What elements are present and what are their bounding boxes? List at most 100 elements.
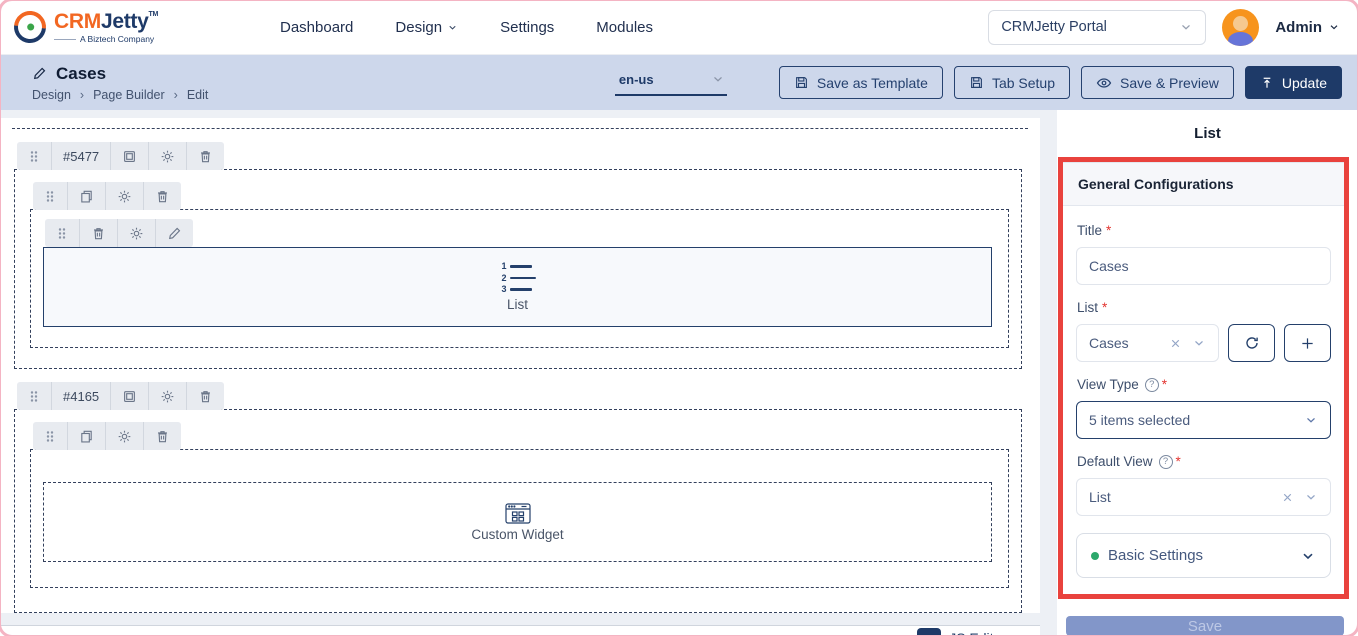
tab-setup-button[interactable]: Tab Setup (953, 66, 1071, 99)
crmjetty-logo[interactable]: CRMJettyTM A Biztech Company (7, 4, 254, 50)
widget-toolbar (45, 219, 193, 247)
language-value: en-us (618, 71, 654, 87)
delete-column-trash-icon[interactable] (143, 422, 181, 450)
brand-crm: CRM (54, 9, 101, 33)
basic-settings-accordion[interactable]: Basic Settings (1076, 533, 1331, 578)
column-toolbar (33, 182, 181, 210)
list-widget[interactable]: List (43, 247, 992, 327)
delete-column-trash-icon[interactable] (143, 182, 181, 210)
row-id-label: #4165 (51, 382, 110, 410)
numbered-list-icon (500, 262, 536, 294)
save-icon (971, 77, 982, 88)
drag-handle-icon[interactable] (45, 219, 79, 247)
page-header: Cases Design Page Builder Edit en-us Sav… (0, 55, 1358, 110)
row-toolbar: #5477 (17, 142, 225, 170)
view-type-field-label: View Type (1077, 377, 1330, 392)
help-icon[interactable] (1144, 377, 1159, 392)
top-navbar: CRMJettyTM A Biztech Company Dashboard D… (0, 0, 1358, 55)
delete-row-trash-icon[interactable] (186, 142, 224, 170)
save-button[interactable]: Save (1066, 616, 1344, 636)
brand-tagline: A Biztech Company (54, 35, 158, 44)
status-green-dot (1091, 551, 1099, 560)
nav-design[interactable]: Design (395, 19, 458, 36)
page-title: Cases (56, 63, 107, 83)
upload-icon (1263, 77, 1271, 88)
list-select-value: Cases (1089, 335, 1129, 351)
drag-handle-icon[interactable] (17, 142, 51, 170)
builder-canvas-column: #5477 1 2 3 List #4165 Custom Widget </> (0, 110, 1040, 636)
basic-settings-label: Basic Settings (1108, 547, 1204, 564)
row-settings-gear-icon[interactable] (148, 142, 186, 170)
help-icon[interactable] (1158, 454, 1173, 469)
language-select[interactable]: en-us (614, 70, 727, 96)
breadcrumb-edit: Edit (165, 88, 209, 102)
breadcrumb-page-builder[interactable]: Page Builder (71, 88, 165, 102)
crmjetty-logo-text: CRMJettyTM A Biztech Company (54, 11, 158, 44)
column-block[interactable]: Custom Widget (30, 422, 1009, 588)
clear-x-icon[interactable] (1169, 337, 1182, 350)
section-general-configurations: General Configurations (1063, 162, 1344, 206)
save-as-template-button[interactable]: Save as Template (778, 66, 943, 99)
chevron-down-icon (1307, 417, 1315, 423)
drag-handle-icon[interactable] (33, 422, 67, 450)
drag-handle-icon[interactable] (17, 382, 51, 410)
custom-widget-icon (504, 502, 531, 524)
row-toolbar: #4165 (17, 382, 225, 410)
view-type-select[interactable]: 5 items selected (1076, 401, 1331, 439)
eye-icon (1096, 77, 1112, 88)
nav-settings[interactable]: Settings (500, 19, 554, 36)
title-block: Cases Design Page Builder Edit (32, 64, 208, 102)
code-icon (917, 628, 942, 636)
widget-wrap: List (43, 219, 992, 327)
avatar[interactable] (1222, 8, 1260, 46)
save-and-preview-button[interactable]: Save & Preview (1081, 66, 1234, 99)
list-field-row: Cases (1076, 324, 1331, 362)
row-id-label: #5477 (51, 142, 110, 170)
edit-widget-pencil-icon[interactable] (155, 219, 193, 247)
update-button[interactable]: Update (1244, 66, 1342, 99)
add-list-button[interactable] (1284, 324, 1331, 362)
row-settings-gear-icon[interactable] (148, 382, 186, 410)
row-block-4165[interactable]: #4165 Custom Widget (14, 382, 1022, 613)
custom-widget[interactable]: Custom Widget (43, 482, 992, 562)
save-icon (795, 77, 807, 88)
default-view-select-value: List (1089, 489, 1111, 505)
delete-row-trash-icon[interactable] (186, 382, 224, 410)
drag-handle-icon[interactable] (33, 182, 67, 210)
widget-label: List (506, 297, 528, 312)
clear-x-icon[interactable] (1281, 491, 1294, 504)
js-editor-button[interactable]: JS Editor (873, 626, 1012, 636)
nav-dashboard[interactable]: Dashboard (280, 19, 353, 36)
chevron-down-icon (449, 25, 456, 30)
chevron-down-icon[interactable] (1192, 336, 1206, 350)
refresh-list-button[interactable] (1228, 324, 1275, 362)
chevron-down-icon (1330, 25, 1338, 30)
column-block[interactable]: List (30, 182, 1009, 348)
builder-canvas: #5477 1 2 3 List #4165 Custom Widget (0, 118, 1040, 613)
widget-label: Custom Widget (471, 526, 564, 542)
save-row-icon[interactable] (110, 142, 148, 170)
delete-widget-trash-icon[interactable] (79, 219, 117, 247)
copy-column-icon[interactable] (67, 422, 105, 450)
save-row-icon[interactable] (110, 382, 148, 410)
copy-column-icon[interactable] (67, 182, 105, 210)
nav-modules[interactable]: Modules (596, 19, 653, 36)
chevron-down-icon (713, 76, 722, 82)
row-block-5477[interactable]: #5477 1 2 3 List (14, 142, 1022, 369)
portal-select-value: CRMJetty Portal (1001, 19, 1107, 35)
user-menu[interactable]: Admin (1275, 19, 1340, 36)
list-select[interactable]: Cases (1076, 324, 1219, 362)
column-settings-gear-icon[interactable] (105, 182, 143, 210)
edit-title-pencil-icon[interactable] (32, 66, 47, 81)
chevron-down-icon[interactable] (1304, 490, 1318, 504)
widget-settings-gear-icon[interactable] (117, 219, 155, 247)
view-type-select-value: 5 items selected (1089, 412, 1191, 428)
title-input[interactable] (1076, 247, 1331, 285)
breadcrumb-design[interactable]: Design (32, 88, 71, 102)
column-settings-gear-icon[interactable] (105, 422, 143, 450)
default-view-select[interactable]: List (1076, 478, 1331, 516)
crmjetty-logo-icon (7, 4, 53, 50)
panel-title: List (1194, 125, 1221, 142)
title-field-label: Title (1077, 223, 1330, 238)
portal-select[interactable]: CRMJetty Portal (988, 9, 1207, 45)
